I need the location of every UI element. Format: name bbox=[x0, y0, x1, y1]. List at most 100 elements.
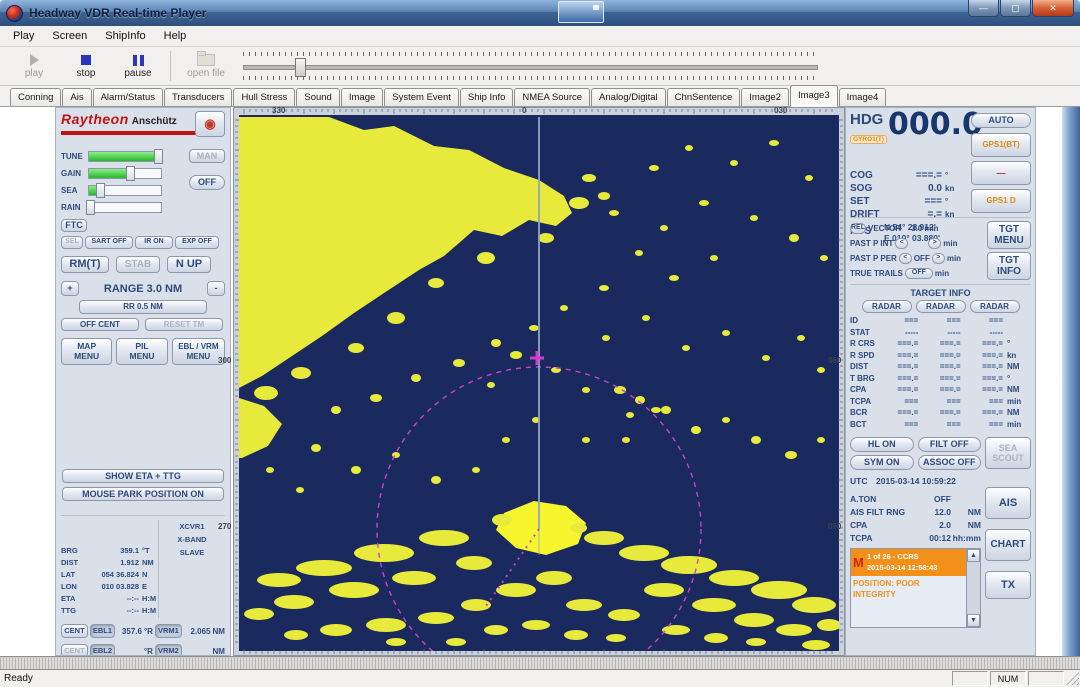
tune-slider[interactable] bbox=[88, 151, 162, 162]
ebl1-button[interactable]: EBL1 bbox=[90, 624, 115, 638]
close-button[interactable]: ✕ bbox=[1032, 0, 1074, 17]
hl-on-button[interactable]: HL ON bbox=[850, 437, 914, 452]
tab-alarm-status[interactable]: Alarm/Status bbox=[93, 88, 163, 106]
gain-slider[interactable] bbox=[88, 168, 162, 179]
range-rings-button[interactable]: RR 0.5 NM bbox=[79, 300, 207, 314]
past-per-increase-button[interactable]: > bbox=[932, 253, 945, 264]
gps1-d-button[interactable]: GPS1 D bbox=[971, 189, 1031, 213]
scroll-down-icon[interactable]: ▼ bbox=[967, 614, 980, 627]
ftc-button[interactable]: FTC bbox=[61, 219, 87, 232]
menu-screen[interactable]: Screen bbox=[43, 28, 96, 44]
tgt-menu-button[interactable]: TGT MENU bbox=[987, 221, 1031, 249]
alarm-selected-item[interactable]: M 1 of 26 - CCRS 2015-03-14 12:58:43 bbox=[851, 549, 966, 576]
chart-button[interactable]: CHART bbox=[985, 529, 1031, 561]
menu-play[interactable]: Play bbox=[4, 28, 43, 44]
scroll-up-icon[interactable]: ▲ bbox=[967, 549, 980, 562]
stab-button[interactable]: STAB bbox=[116, 256, 160, 273]
cent-button-2[interactable]: CENT bbox=[61, 644, 88, 656]
past-int-decrease-button[interactable]: < bbox=[895, 238, 908, 249]
past-per-decrease-button[interactable]: < bbox=[899, 253, 912, 264]
cent-button-1[interactable]: CENT bbox=[61, 624, 88, 638]
rel-button[interactable]: REL bbox=[850, 223, 866, 234]
tab-image4[interactable]: Image4 bbox=[839, 88, 887, 106]
tab-analog-digital[interactable]: Analog/Digital bbox=[591, 88, 666, 106]
tab-hull-stress[interactable]: Hull Stress bbox=[233, 88, 295, 106]
radar-source-button-2[interactable]: RADAR bbox=[916, 300, 966, 313]
bearing-label-090: 090 bbox=[828, 522, 841, 531]
rm-t-button[interactable]: RM(T) bbox=[61, 256, 109, 273]
vrm2-button[interactable]: VRM2 bbox=[155, 644, 182, 656]
minimize-button[interactable]: — bbox=[968, 0, 999, 17]
alarm-list[interactable]: M 1 of 26 - CCRS 2015-03-14 12:58:43 POS… bbox=[850, 548, 981, 628]
ais-button[interactable]: AIS bbox=[985, 487, 1031, 519]
gain-thumb[interactable] bbox=[126, 166, 135, 181]
past-int-increase-button[interactable]: > bbox=[928, 238, 941, 249]
n-up-button[interactable]: N UP bbox=[167, 256, 211, 273]
radar-echo bbox=[751, 436, 761, 444]
horizontal-scrollbar[interactable] bbox=[0, 656, 1080, 670]
stop-button[interactable]: stop bbox=[60, 47, 112, 85]
dash-button[interactable]: — bbox=[971, 161, 1031, 185]
man-button[interactable]: MAN bbox=[189, 149, 225, 163]
true-trails-off-button[interactable]: OFF bbox=[905, 268, 933, 279]
menu-help[interactable]: Help bbox=[155, 28, 196, 44]
sel-button[interactable]: SEL bbox=[61, 236, 83, 249]
pil-menu-button[interactable]: PIL MENU bbox=[116, 338, 167, 365]
tab-conning[interactable]: Conning bbox=[10, 88, 61, 106]
radar-display[interactable]: 3300030300270060090 bbox=[233, 107, 845, 656]
reset-tm-button[interactable]: RESET TM bbox=[145, 318, 223, 331]
tx-button[interactable]: TX bbox=[985, 571, 1031, 599]
resize-grip[interactable] bbox=[1066, 672, 1079, 685]
range-minus-button[interactable]: - bbox=[207, 281, 225, 296]
slider-track[interactable] bbox=[243, 65, 818, 70]
map-menu-button[interactable]: MAP MENU bbox=[61, 338, 112, 365]
range-plus-button[interactable]: + bbox=[61, 281, 79, 296]
tab-image[interactable]: Image bbox=[341, 88, 383, 106]
menu-shipinfo[interactable]: ShipInfo bbox=[96, 28, 154, 44]
brand-logo-button[interactable]: ◉ bbox=[195, 111, 225, 137]
off-button[interactable]: OFF bbox=[189, 175, 225, 190]
ir-on-button[interactable]: IR ON bbox=[135, 236, 173, 249]
sea-scout-button[interactable]: SEA SCOUT bbox=[985, 437, 1031, 469]
sym-on-button[interactable]: SYM ON bbox=[850, 455, 914, 470]
assoc-off-button[interactable]: ASSOC OFF bbox=[918, 455, 982, 470]
tab-system-event[interactable]: System Event bbox=[384, 88, 459, 106]
tab-sound[interactable]: Sound bbox=[296, 88, 339, 106]
tab-ais[interactable]: Ais bbox=[62, 88, 91, 106]
mouse-park-button[interactable]: MOUSE PARK POSITION ON bbox=[62, 487, 224, 501]
tab-ship-info[interactable]: Ship Info bbox=[460, 88, 514, 106]
nav-block: BRG359.1°TDIST1.912NMLAT054 36.824NLON01… bbox=[61, 515, 225, 618]
filt-off-button[interactable]: FILT OFF bbox=[918, 437, 982, 452]
tab-transducers[interactable]: Transducers bbox=[164, 88, 232, 106]
rain-slider[interactable] bbox=[88, 202, 162, 213]
exp-off-button[interactable]: EXP OFF bbox=[175, 236, 219, 249]
tab-chnsentence[interactable]: ChnSentence bbox=[667, 88, 741, 106]
radar-source-button-3[interactable]: RADAR bbox=[970, 300, 1020, 313]
maximize-button[interactable]: ▢ bbox=[1000, 0, 1031, 17]
auto-button[interactable]: AUTO bbox=[971, 113, 1031, 128]
rain-thumb[interactable] bbox=[86, 200, 95, 215]
sea-slider[interactable] bbox=[88, 185, 162, 196]
tab-image3[interactable]: Image3 bbox=[790, 85, 838, 107]
timeline-slider[interactable] bbox=[243, 51, 818, 81]
pause-button[interactable]: pause bbox=[112, 47, 164, 85]
tab-image2[interactable]: Image2 bbox=[741, 88, 789, 106]
off-cent-button[interactable]: OFF CENT bbox=[61, 318, 139, 331]
radar-echo bbox=[682, 345, 690, 351]
tab-nmea-source[interactable]: NMEA Source bbox=[514, 88, 590, 106]
tune-thumb[interactable] bbox=[154, 149, 163, 164]
ebl-vrm-menu-button[interactable]: EBL / VRM MENU bbox=[172, 338, 225, 365]
sart-off-button[interactable]: SART OFF bbox=[85, 236, 133, 249]
open-file-button[interactable]: open file bbox=[177, 47, 235, 85]
show-eta-ttg-button[interactable]: SHOW ETA + TTG bbox=[62, 469, 224, 483]
title-bar[interactable]: Headway VDR Real-time Player — ▢ ✕ bbox=[0, 0, 1080, 26]
sea-thumb[interactable] bbox=[96, 183, 105, 198]
tgt-info-button[interactable]: TGT INFO bbox=[987, 252, 1031, 280]
gps1-bt-button[interactable]: GPS1(BT) bbox=[971, 133, 1031, 157]
ebl2-button[interactable]: EBL2 bbox=[90, 644, 115, 656]
alarm-scrollbar[interactable]: ▲ ▼ bbox=[966, 549, 980, 627]
slider-thumb[interactable] bbox=[295, 58, 306, 77]
vrm1-button[interactable]: VRM1 bbox=[155, 624, 182, 638]
play-button[interactable]: play bbox=[8, 47, 60, 85]
radar-source-button-1[interactable]: RADAR bbox=[862, 300, 912, 313]
